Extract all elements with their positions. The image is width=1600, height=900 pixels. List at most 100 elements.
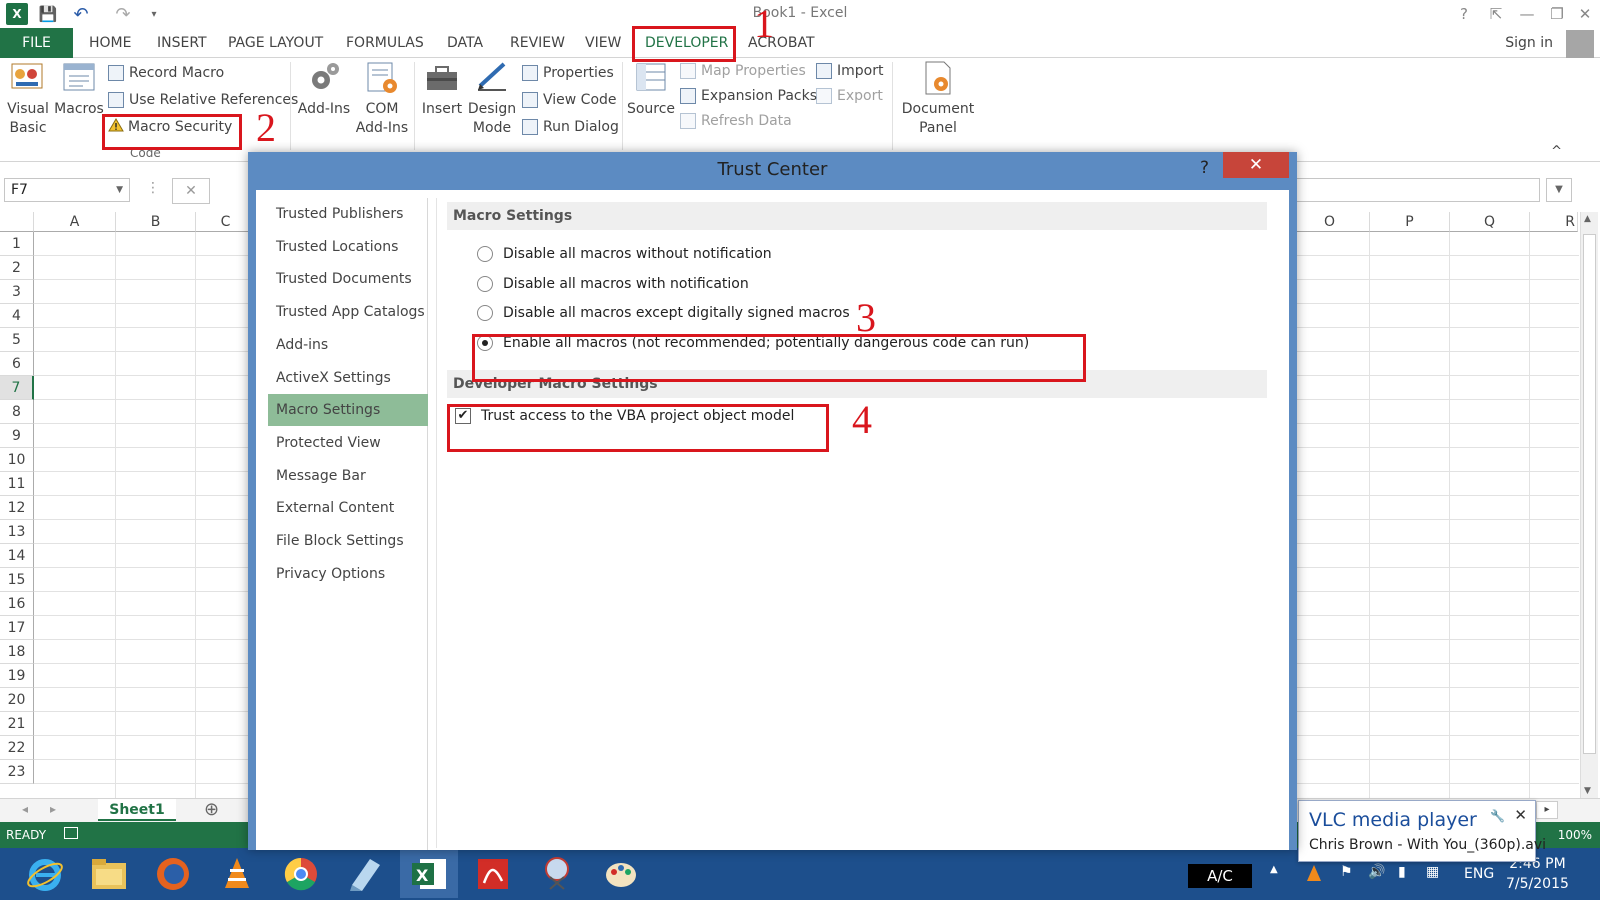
select-all-corner[interactable]	[0, 212, 34, 232]
radio-button[interactable]	[477, 305, 493, 321]
nav-item-message-bar[interactable]: Message Bar	[268, 460, 428, 492]
run-dialog-button[interactable]: Run Dialog	[522, 116, 619, 138]
snipping-tool-icon[interactable]	[528, 850, 586, 898]
row-header[interactable]: 18	[0, 640, 34, 664]
column-header[interactable]: O	[1290, 212, 1370, 232]
nav-item-macro-settings[interactable]: Macro Settings	[268, 394, 428, 427]
row-header[interactable]: 8	[0, 400, 34, 424]
scroll-down-icon[interactable]: ▼	[1584, 786, 1591, 796]
nav-item-external-content[interactable]: External Content	[268, 492, 428, 524]
column-header[interactable]: R	[1530, 212, 1578, 232]
acrobat-icon[interactable]	[464, 850, 522, 898]
tab-formulas[interactable]: FORMULAS	[346, 28, 424, 58]
volume-icon[interactable]: 🔊	[1368, 864, 1385, 880]
export-button[interactable]: Export	[816, 85, 883, 107]
row-header[interactable]: 13	[0, 520, 34, 544]
formula-input[interactable]	[1290, 178, 1540, 202]
nav-item-protected-view[interactable]: Protected View	[268, 427, 428, 459]
row-header[interactable]: 11	[0, 472, 34, 496]
row-header[interactable]: 20	[0, 688, 34, 712]
tab-home[interactable]: HOME	[89, 28, 131, 58]
excel-taskbar-icon[interactable]: X	[400, 850, 458, 898]
prev-sheet-icon[interactable]: ◂	[22, 802, 28, 816]
macro-option-2[interactable]: Disable all macros with notification	[477, 272, 749, 296]
add-ins-button[interactable]: Add-Ins	[296, 60, 352, 119]
scroll-up-icon[interactable]: ▲	[1584, 214, 1591, 224]
com-add-ins-button[interactable]: COM Add-Ins	[354, 60, 410, 138]
cancel-entry-icon[interactable]: ✕	[172, 178, 210, 204]
radio-button[interactable]	[477, 275, 493, 292]
internet-explorer-icon[interactable]	[16, 850, 74, 898]
column-header[interactable]: Q	[1450, 212, 1530, 232]
row-header[interactable]: 19	[0, 664, 34, 688]
user-avatar-icon[interactable]	[1566, 30, 1594, 58]
macros-button[interactable]: Macros	[54, 60, 104, 119]
row-header[interactable]: 15	[0, 568, 34, 592]
column-header[interactable]: B	[116, 212, 196, 232]
tab-file[interactable]: FILE	[0, 28, 73, 58]
row-header[interactable]: 14	[0, 544, 34, 568]
refresh-data-button[interactable]: Refresh Data	[680, 110, 792, 132]
row-header[interactable]: 12	[0, 496, 34, 520]
vlc-notification[interactable]: VLC media player 🔧 ✕ Chris Brown - With …	[1298, 800, 1546, 862]
row-header[interactable]: 9	[0, 424, 34, 448]
scroll-right-icon[interactable]: ▸	[1536, 801, 1558, 819]
nav-item-activex-settings[interactable]: ActiveX Settings	[268, 362, 428, 394]
tab-page-layout[interactable]: PAGE LAYOUT	[228, 28, 323, 58]
file-explorer-icon[interactable]	[80, 850, 138, 898]
sheet-tab-sheet1[interactable]: Sheet1	[98, 799, 176, 821]
row-header[interactable]: 16	[0, 592, 34, 616]
sign-in-link[interactable]: Sign in	[1505, 28, 1553, 58]
firefox-icon[interactable]	[144, 850, 202, 898]
add-sheet-icon[interactable]: ⊕	[204, 799, 219, 820]
row-header[interactable]: 6	[0, 352, 34, 376]
visual-basic-button[interactable]: Visual Basic	[4, 60, 52, 138]
row-header[interactable]: 23	[0, 760, 34, 784]
row-header[interactable]: 21	[0, 712, 34, 736]
document-panel-button[interactable]: Document Panel	[898, 60, 978, 138]
close-icon[interactable]: ✕	[1514, 806, 1527, 824]
column-header[interactable]: A	[34, 212, 116, 232]
flag-icon[interactable]: ⚑	[1340, 864, 1353, 880]
row-header[interactable]: 2	[0, 256, 34, 280]
insert-control-button[interactable]: Insert	[418, 60, 466, 119]
scrollbar-thumb[interactable]	[1583, 234, 1596, 754]
row-header[interactable]: 3	[0, 280, 34, 304]
language-indicator[interactable]: ENG	[1464, 866, 1494, 882]
minimize-button[interactable]: —	[1512, 2, 1542, 26]
tab-data[interactable]: DATA	[447, 28, 483, 58]
map-properties-button[interactable]: Map Properties	[680, 60, 806, 82]
nav-item-trusted-locations[interactable]: Trusted Locations	[268, 231, 428, 263]
row-header[interactable]: 5	[0, 328, 34, 352]
ribbon-display-options-icon[interactable]: ⇱	[1481, 2, 1511, 26]
wrench-icon[interactable]: 🔧	[1490, 809, 1505, 823]
help-icon[interactable]: ?	[1449, 2, 1479, 26]
macro-option-3[interactable]: Disable all macros except digitally sign…	[477, 301, 850, 325]
tab-insert[interactable]: INSERT	[157, 28, 207, 58]
macro-option-1[interactable]: Disable all macros without notification	[477, 242, 772, 266]
nav-item-add-ins[interactable]: Add-ins	[268, 329, 428, 361]
column-header[interactable]: P	[1370, 212, 1450, 232]
row-header[interactable]: 4	[0, 304, 34, 328]
chrome-icon[interactable]	[272, 850, 330, 898]
design-mode-button[interactable]: Design Mode	[466, 60, 518, 138]
vlc-tray-icon[interactable]	[1306, 864, 1322, 886]
zoom-level[interactable]: 100%	[1558, 828, 1592, 842]
collapse-ribbon-icon[interactable]: ^	[1551, 144, 1562, 159]
next-sheet-icon[interactable]: ▸	[50, 802, 56, 816]
chevron-down-icon[interactable]: ▼	[116, 179, 123, 201]
ac-power-button[interactable]: A/C	[1188, 864, 1252, 888]
properties-button[interactable]: Properties	[522, 62, 614, 84]
row-header[interactable]: 10	[0, 448, 34, 472]
name-box[interactable]: F7 ▼	[4, 178, 130, 202]
tab-view[interactable]: VIEW	[585, 28, 621, 58]
import-button[interactable]: Import	[816, 60, 883, 82]
maximize-button[interactable]: ❐	[1542, 2, 1572, 26]
row-header[interactable]: 7	[0, 376, 34, 400]
nav-item-privacy-options[interactable]: Privacy Options	[268, 558, 428, 590]
row-header[interactable]: 17	[0, 616, 34, 640]
vlc-icon[interactable]	[208, 850, 266, 898]
expand-formula-bar-icon[interactable]: ▼	[1546, 178, 1572, 202]
expansion-packs-button[interactable]: Expansion Packs	[680, 85, 817, 107]
dialog-close-button[interactable]: ✕	[1223, 152, 1289, 178]
